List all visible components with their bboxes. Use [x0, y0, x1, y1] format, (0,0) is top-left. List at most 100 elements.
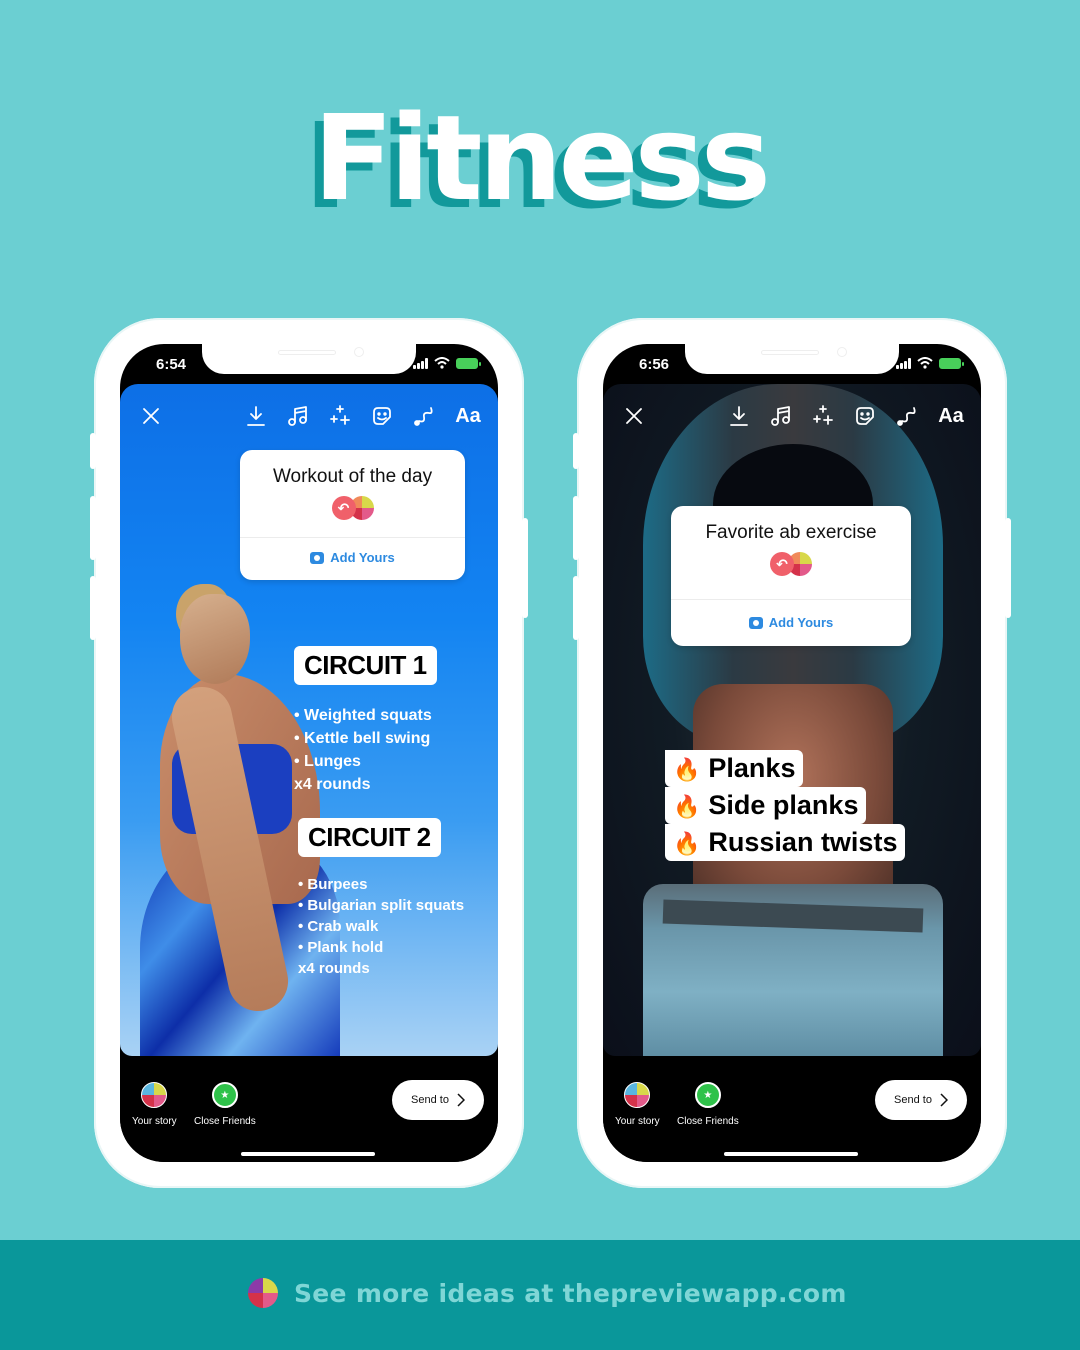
- exercise-label: Russian twists: [708, 827, 898, 857]
- wifi-icon: [434, 357, 450, 369]
- draw-icon[interactable]: [410, 402, 438, 430]
- reply-arrow-avatar-icon: ↶: [331, 496, 356, 520]
- close-friends-button[interactable]: ★ Close Friends: [677, 1082, 739, 1127]
- your-story-avatar-icon: [141, 1082, 168, 1108]
- status-icons: [896, 357, 964, 369]
- add-yours-sticker[interactable]: Workout of the day ↶ Add Yours: [240, 450, 465, 580]
- circuit-1-label[interactable]: CIRCUIT 1: [294, 646, 437, 685]
- send-to-button[interactable]: Send to: [875, 1080, 967, 1120]
- your-story-label: Your story: [615, 1116, 660, 1127]
- exercise-item: • Lunges: [294, 753, 361, 770]
- your-story-button[interactable]: Your story: [132, 1082, 177, 1127]
- exercise-item: • Bulgarian split squats: [298, 897, 465, 914]
- divider: [240, 537, 465, 538]
- add-yours-prompt: Favorite ab exercise: [705, 522, 877, 543]
- text-tool-button[interactable]: Aa: [933, 402, 969, 430]
- add-yours-button[interactable]: Add Yours: [240, 550, 465, 565]
- page-title: Fitness: [313, 89, 771, 227]
- your-story-button[interactable]: Your story: [615, 1082, 660, 1127]
- send-to-label: Send to: [894, 1094, 932, 1106]
- photo-woman-head: [180, 594, 250, 684]
- home-indicator: [724, 1152, 858, 1156]
- story-canvas[interactable]: Aa Workout of the day ↶ Add Yours CIRCUI…: [120, 384, 498, 1056]
- effects-sparkle-icon[interactable]: [326, 402, 354, 430]
- camera-icon: [748, 616, 763, 629]
- exercise-item: • Kettle bell swing: [294, 730, 431, 747]
- footer-text: See more ideas at thepreviewapp.com: [294, 1278, 847, 1308]
- sticker-icon[interactable]: [368, 402, 396, 430]
- exercise-label: Planks: [708, 753, 796, 783]
- share-bar: Your story ★ Close Friends Send to: [120, 1056, 498, 1162]
- chevron-right-icon: [457, 1093, 465, 1107]
- draw-icon[interactable]: [893, 402, 921, 430]
- download-icon[interactable]: [242, 402, 270, 430]
- close-icon[interactable]: [137, 402, 165, 430]
- star-icon: ★: [694, 1082, 721, 1108]
- send-to-button[interactable]: Send to: [392, 1080, 484, 1120]
- rounds-label: x4 rounds: [298, 960, 370, 977]
- add-yours-button[interactable]: Add Yours: [671, 615, 911, 630]
- reply-arrow-avatar-icon: ↶: [770, 552, 794, 576]
- page-title-wrap: Fitness Fitness: [0, 88, 1080, 235]
- battery-charging-icon: [939, 357, 964, 369]
- exercise-row: 🔥 Planks: [665, 750, 804, 787]
- music-icon[interactable]: [766, 402, 794, 430]
- text-tool-button[interactable]: Aa: [450, 402, 486, 430]
- circuit-2-list[interactable]: • Burpees • Bulgarian split squats • Cra…: [298, 874, 464, 979]
- exercise-row: 🔥 Russian twists: [665, 824, 906, 861]
- story-toolbar: Aa: [603, 402, 981, 432]
- download-icon[interactable]: [725, 402, 753, 430]
- effects-sparkle-icon[interactable]: [809, 402, 837, 430]
- preview-app-logo-icon: [248, 1278, 278, 1308]
- story-canvas[interactable]: Aa Favorite ab exercise ↶ Add Yours 🔥 Pla…: [603, 384, 981, 1056]
- power-button: [522, 518, 528, 618]
- add-yours-label: Add Yours: [330, 550, 395, 565]
- fire-icon: 🔥: [673, 794, 701, 819]
- fire-icon: 🔥: [673, 831, 701, 856]
- home-indicator: [241, 1152, 375, 1156]
- status-time: 6:56: [639, 356, 670, 373]
- ab-exercise-list[interactable]: 🔥 Planks 🔥 Side planks 🔥 Russian twists: [665, 750, 906, 861]
- exercise-item: • Plank hold: [298, 939, 384, 956]
- rounds-label: x4 rounds: [294, 776, 371, 793]
- sticker-icon[interactable]: [851, 402, 879, 430]
- divider: [671, 599, 911, 600]
- exercise-item: • Burpees: [298, 876, 368, 893]
- circuit-2-label[interactable]: CIRCUIT 2: [298, 818, 441, 857]
- close-friends-label: Close Friends: [194, 1116, 256, 1127]
- star-icon: ★: [211, 1082, 238, 1108]
- music-icon[interactable]: [283, 402, 311, 430]
- close-icon[interactable]: [620, 402, 648, 430]
- add-yours-label: Add Yours: [768, 615, 834, 630]
- wifi-icon: [917, 357, 933, 369]
- battery-charging-icon: [456, 357, 481, 369]
- add-yours-sticker[interactable]: Favorite ab exercise ↶ Add Yours: [671, 506, 911, 646]
- your-story-avatar-icon: [624, 1082, 651, 1108]
- exercise-label: Side planks: [708, 790, 859, 820]
- share-bar: Your story ★ Close Friends Send to: [603, 1056, 981, 1162]
- camera-icon: [310, 551, 325, 564]
- power-button: [1005, 518, 1011, 618]
- notch: [202, 344, 416, 374]
- exercise-row: 🔥 Side planks: [665, 787, 867, 824]
- story-toolbar: Aa: [120, 402, 498, 432]
- participant-avatars: ↶: [671, 552, 911, 578]
- status-icons: [413, 357, 481, 369]
- circuit-1-list[interactable]: • Weighted squats • Kettle bell swing • …: [294, 704, 432, 796]
- close-friends-label: Close Friends: [677, 1116, 739, 1127]
- footer-link[interactable]: See more ideas at thepreviewapp.com: [248, 1278, 847, 1308]
- fire-icon: 🔥: [673, 757, 701, 782]
- close-friends-button[interactable]: ★ Close Friends: [194, 1082, 256, 1127]
- your-story-label: Your story: [132, 1116, 177, 1127]
- notch: [685, 344, 899, 374]
- volume-up-button: [90, 496, 96, 560]
- signal-icon: [413, 357, 428, 369]
- mute-switch: [90, 433, 96, 469]
- volume-down-button: [90, 576, 96, 640]
- chevron-right-icon: [940, 1093, 948, 1107]
- exercise-item: • Crab walk: [298, 918, 379, 935]
- volume-down-button: [573, 576, 579, 640]
- mute-switch: [573, 433, 579, 469]
- signal-icon: [896, 357, 911, 369]
- add-yours-prompt: Workout of the day: [272, 466, 433, 487]
